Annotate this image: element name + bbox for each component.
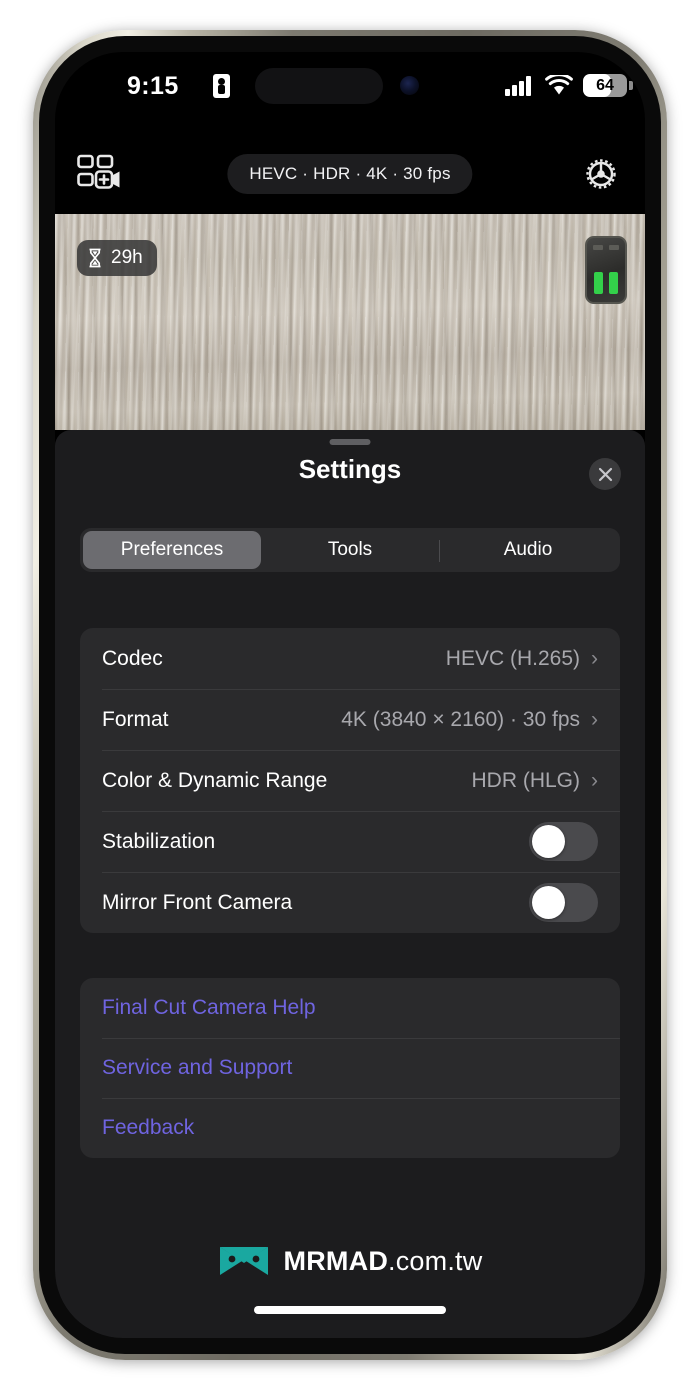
settings-sheet: Settings Preferences Tools Audio Codec H… (55, 430, 645, 1338)
watermark-tld: .com.tw (388, 1245, 483, 1276)
home-indicator[interactable] (254, 1306, 446, 1314)
links-list-group: Final Cut Camera Help Service and Suppor… (80, 978, 620, 1158)
charger-port-left (593, 245, 603, 250)
battery-indicator: 64 (583, 74, 627, 97)
row-feedback-label: Feedback (102, 1116, 195, 1139)
charger-led-right (609, 272, 618, 294)
toggle-knob (532, 825, 565, 858)
row-format[interactable]: Format 4K (3840 × 2160) · 30 fps › (80, 689, 620, 750)
chevron-right-icon: › (591, 647, 598, 670)
camera-preview[interactable]: 29h (55, 214, 645, 430)
row-codec-label: Codec (102, 646, 163, 670)
tab-audio-label: Audio (503, 539, 553, 560)
gear-icon[interactable] (579, 152, 623, 196)
cellular-bars-icon (505, 74, 533, 96)
front-camera-lens-icon (400, 76, 419, 95)
row-feedback[interactable]: Feedback (80, 1098, 620, 1158)
stabilization-toggle[interactable] (529, 822, 598, 861)
wifi-icon (545, 75, 573, 95)
row-format-value: 4K (3840 × 2160) · 30 fps (341, 707, 580, 731)
record-time-remaining-label: 29h (111, 247, 143, 268)
row-service-and-support-label: Service and Support (102, 1056, 293, 1079)
record-time-remaining-badge: 29h (77, 240, 157, 276)
row-final-cut-camera-help[interactable]: Final Cut Camera Help (80, 978, 620, 1038)
multicam-add-video-icon[interactable] (77, 154, 121, 194)
tab-audio[interactable]: Audio (439, 531, 617, 569)
row-format-right: 4K (3840 × 2160) · 30 fps › (341, 708, 598, 732)
row-color-dynamic-range-value: HDR (HLG) (471, 768, 581, 792)
charger-port-right (609, 245, 619, 250)
watermark: MRMAD.com.tw (55, 1244, 645, 1278)
sheet-drag-handle[interactable] (329, 439, 371, 445)
battery-cap (629, 81, 633, 90)
mrmad-bowtie-logo (219, 1247, 268, 1275)
row-format-label: Format (102, 707, 169, 731)
close-button[interactable] (589, 458, 621, 490)
hourglass-icon (89, 248, 101, 268)
format-pill[interactable]: HEVC · HDR · 4K · 30 fps (227, 154, 473, 194)
row-codec-value: HEVC (H.265) (445, 646, 580, 670)
row-final-cut-camera-help-label: Final Cut Camera Help (102, 996, 316, 1019)
phone-screen: 9:15 64 HEVC · HDR · 4K · 30 fps 29h Set… (55, 52, 645, 1338)
row-mirror-front-camera-label: Mirror Front Camera (102, 890, 293, 914)
row-mirror-front-camera: Mirror Front Camera (80, 872, 620, 933)
watermark-text: MRMAD.com.tw (284, 1246, 483, 1277)
row-color-dynamic-range-right: HDR (HLG) › (472, 769, 599, 793)
chevron-right-icon: › (591, 769, 598, 792)
settings-tabs: Preferences Tools Audio (80, 528, 620, 572)
row-stabilization: Stabilization (80, 811, 620, 872)
mirror-front-camera-toggle[interactable] (529, 883, 598, 922)
tab-preferences-label: Preferences (120, 539, 224, 560)
row-color-dynamic-range[interactable]: Color & Dynamic Range HDR (HLG) › (80, 750, 620, 811)
row-service-and-support[interactable]: Service and Support (80, 1038, 620, 1098)
lock-portrait-icon (213, 74, 230, 98)
battery-charger-object (585, 236, 627, 304)
page-title: Settings (298, 454, 402, 484)
status-bar: 9:15 64 (55, 52, 645, 128)
row-codec[interactable]: Codec HEVC (H.265) › (80, 628, 620, 689)
phone-frame: 9:15 64 HEVC · HDR · 4K · 30 fps 29h Set… (33, 30, 667, 1360)
row-stabilization-label: Stabilization (102, 829, 216, 853)
chevron-right-icon: › (591, 708, 598, 731)
toggle-knob (532, 886, 565, 919)
preferences-list-group: Codec HEVC (H.265) › Format 4K (3840 × 2… (80, 628, 620, 933)
tab-tools[interactable]: Tools (261, 531, 439, 569)
close-icon (598, 467, 612, 481)
row-color-dynamic-range-label: Color & Dynamic Range (102, 768, 328, 792)
tab-tools-label: Tools (327, 539, 373, 560)
status-bar-time: 9:15 (127, 72, 179, 100)
dynamic-island (255, 68, 383, 104)
tab-preferences[interactable]: Preferences (83, 531, 261, 569)
camera-top-bar: HEVC · HDR · 4K · 30 fps (55, 144, 645, 208)
charger-led-left (594, 272, 603, 294)
watermark-brand: MRMAD (283, 1245, 389, 1276)
battery-percent-label: 64 (596, 77, 614, 94)
row-codec-right: HEVC (H.265) › (446, 647, 598, 671)
